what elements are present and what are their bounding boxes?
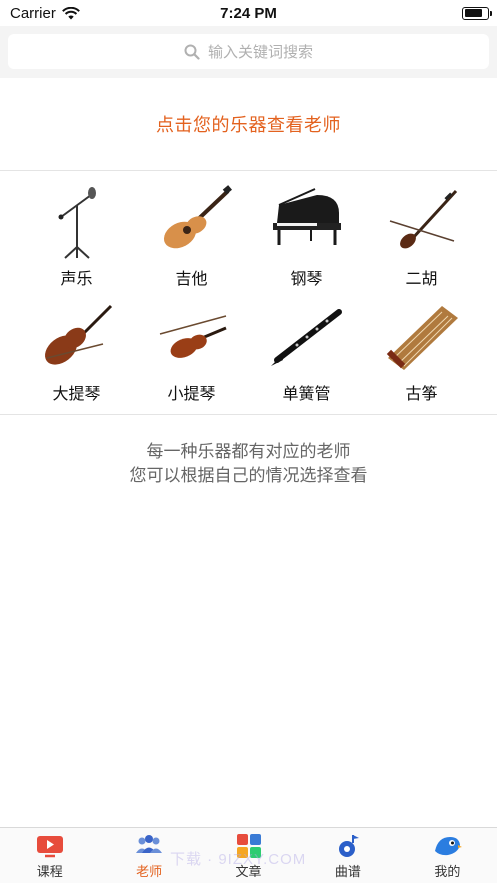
- video-course-icon: [36, 836, 63, 858]
- search-input[interactable]: 输入关键词搜索: [8, 34, 489, 69]
- profile-bird-icon: [435, 837, 463, 856]
- wifi-icon: [61, 6, 80, 19]
- cello-icon: [44, 304, 112, 365]
- info-text: 每一种乐器都有对应的老师 您可以根据自己的情况选择查看: [0, 440, 497, 488]
- tab-articles[interactable]: 文章: [199, 828, 298, 883]
- search-bar-area: 输入关键词搜索: [0, 26, 497, 78]
- clarinet-icon: [270, 309, 342, 366]
- info-line-2: 您可以根据自己的情况选择查看: [129, 466, 368, 485]
- page-headline: 点击您的乐器查看老师: [156, 115, 341, 135]
- grand-piano-icon: [272, 188, 341, 245]
- instrument-item-guitar[interactable]: 吉他: [134, 185, 249, 295]
- instrument-item-erhu[interactable]: 二胡: [364, 185, 479, 295]
- guzheng-icon: [386, 306, 458, 370]
- teachers-icon: [136, 835, 163, 853]
- instrument-label: 声乐: [60, 271, 93, 288]
- guitar-icon: [163, 185, 232, 249]
- tab-bar: 课程 老师 文章 曲谱 我的: [0, 827, 497, 883]
- divider-bottom: [0, 414, 497, 415]
- instrument-label: 二胡: [405, 271, 438, 288]
- instrument-label: 吉他: [175, 271, 208, 288]
- instrument-item-cello[interactable]: 大提琴: [19, 300, 134, 410]
- articles-grid-icon: [236, 834, 261, 858]
- divider-top: [0, 170, 497, 171]
- tab-label: 文章: [235, 864, 262, 879]
- tab-scores[interactable]: 曲谱: [298, 828, 397, 883]
- tab-label: 课程: [36, 864, 63, 879]
- carrier-info: Carrier: [10, 5, 80, 22]
- battery-icon: [462, 6, 492, 20]
- instrument-label: 单簧管: [282, 386, 331, 403]
- status-bar: Carrier 7:24 PM: [0, 0, 497, 26]
- tab-label: 曲谱: [334, 864, 361, 879]
- tab-label: 老师: [136, 864, 163, 879]
- instrument-item-guzheng[interactable]: 古筝: [364, 300, 479, 410]
- instrument-label: 大提琴: [52, 386, 101, 403]
- instrument-item-piano[interactable]: 钢琴: [249, 185, 364, 295]
- tab-courses[interactable]: 课程: [0, 828, 99, 883]
- tab-teachers[interactable]: 老师: [99, 828, 198, 883]
- tab-profile[interactable]: 我的: [398, 828, 497, 883]
- tab-label: 我的: [434, 864, 461, 879]
- microphone-stand-icon: [58, 187, 96, 259]
- search-placeholder: 输入关键词搜索: [207, 44, 313, 61]
- instrument-item-violin[interactable]: 小提琴: [134, 300, 249, 410]
- instrument-item-clarinet[interactable]: 单簧管: [249, 300, 364, 410]
- instrument-item-vocal[interactable]: 声乐: [19, 185, 134, 295]
- instrument-label: 小提琴: [167, 386, 216, 403]
- music-score-icon: [338, 835, 359, 857]
- erhu-icon: [389, 189, 457, 249]
- violin-icon: [159, 315, 227, 358]
- instrument-label: 钢琴: [290, 271, 323, 288]
- instrument-label: 古筝: [405, 386, 438, 403]
- carrier-label: Carrier: [10, 4, 56, 22]
- search-icon: [184, 44, 200, 60]
- info-line-1: 每一种乐器都有对应的老师: [146, 442, 351, 461]
